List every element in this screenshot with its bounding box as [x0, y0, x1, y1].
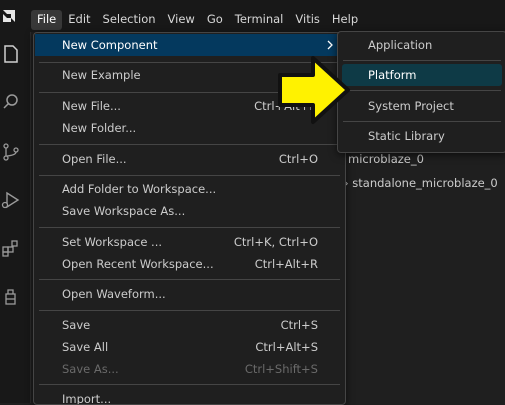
menu-separator: [39, 175, 340, 176]
menu-separator: [343, 90, 501, 91]
menu-item-set-workspace[interactable]: Set Workspace ... Ctrl+K, Ctrl+O: [35, 231, 344, 253]
explorer-tree: microblaze_0 › standalone_microblaze_0: [344, 140, 505, 403]
vitis-flask-icon[interactable]: [1, 286, 21, 306]
run-debug-icon[interactable]: [1, 190, 21, 210]
new-component-submenu: Application Platform System Project Stat…: [337, 31, 505, 153]
search-icon[interactable]: [1, 92, 21, 112]
menu-item-new-component[interactable]: New Component: [35, 34, 344, 56]
tree-item[interactable]: › standalone_microblaze_0: [344, 176, 498, 190]
menu-separator: [39, 384, 340, 385]
menu-separator: [39, 227, 340, 228]
explorer-icon[interactable]: [1, 44, 21, 64]
menu-edit[interactable]: Edit: [62, 10, 96, 30]
menu-separator: [39, 279, 340, 280]
menu-bar: File Edit Selection View Go Terminal Vit…: [0, 0, 505, 32]
menu-item-add-folder[interactable]: Add Folder to Workspace...: [35, 178, 344, 200]
extensions-icon[interactable]: [1, 238, 21, 258]
submenu-item-static-library[interactable]: Static Library: [342, 125, 502, 147]
menu-separator: [343, 60, 501, 61]
submenu-item-platform[interactable]: Platform: [342, 64, 502, 86]
menu-separator: [343, 121, 501, 122]
activity-bar: [0, 32, 31, 403]
menu-go[interactable]: Go: [201, 10, 229, 30]
menu-view[interactable]: View: [162, 10, 201, 30]
menu-file[interactable]: File: [31, 10, 63, 30]
menu-terminal[interactable]: Terminal: [229, 10, 290, 30]
submenu-item-system-project[interactable]: System Project: [342, 95, 502, 117]
menu-item-open-recent-workspace[interactable]: Open Recent Workspace... Ctrl+Alt+R: [35, 253, 344, 275]
menu-item-open-file[interactable]: Open File... Ctrl+O: [35, 148, 344, 170]
menu-item-import[interactable]: Import...: [35, 388, 344, 404]
yellow-pointer-arrow-icon: [278, 56, 350, 124]
menu-item-open-waveform[interactable]: Open Waveform...: [35, 283, 344, 305]
menu-separator: [39, 310, 340, 311]
menu-selection[interactable]: Selection: [97, 10, 162, 30]
menu-item-save-all[interactable]: Save All Ctrl+Alt+S: [35, 336, 344, 358]
menu-item-save-workspace-as[interactable]: Save Workspace As...: [35, 200, 344, 222]
menu-item-save-as: Save As... Ctrl+Shift+S: [62, 362, 318, 376]
menu-separator: [39, 144, 340, 145]
tree-item[interactable]: microblaze_0: [348, 152, 424, 166]
amd-logo-icon: [3, 10, 15, 22]
chevron-right-icon: [327, 40, 333, 50]
menu-vitis[interactable]: Vitis: [289, 10, 326, 30]
menu-help[interactable]: Help: [326, 10, 364, 30]
submenu-item-application[interactable]: Application: [342, 34, 502, 56]
menu-item-save[interactable]: Save Ctrl+S: [35, 314, 344, 336]
source-control-icon[interactable]: [1, 142, 21, 162]
